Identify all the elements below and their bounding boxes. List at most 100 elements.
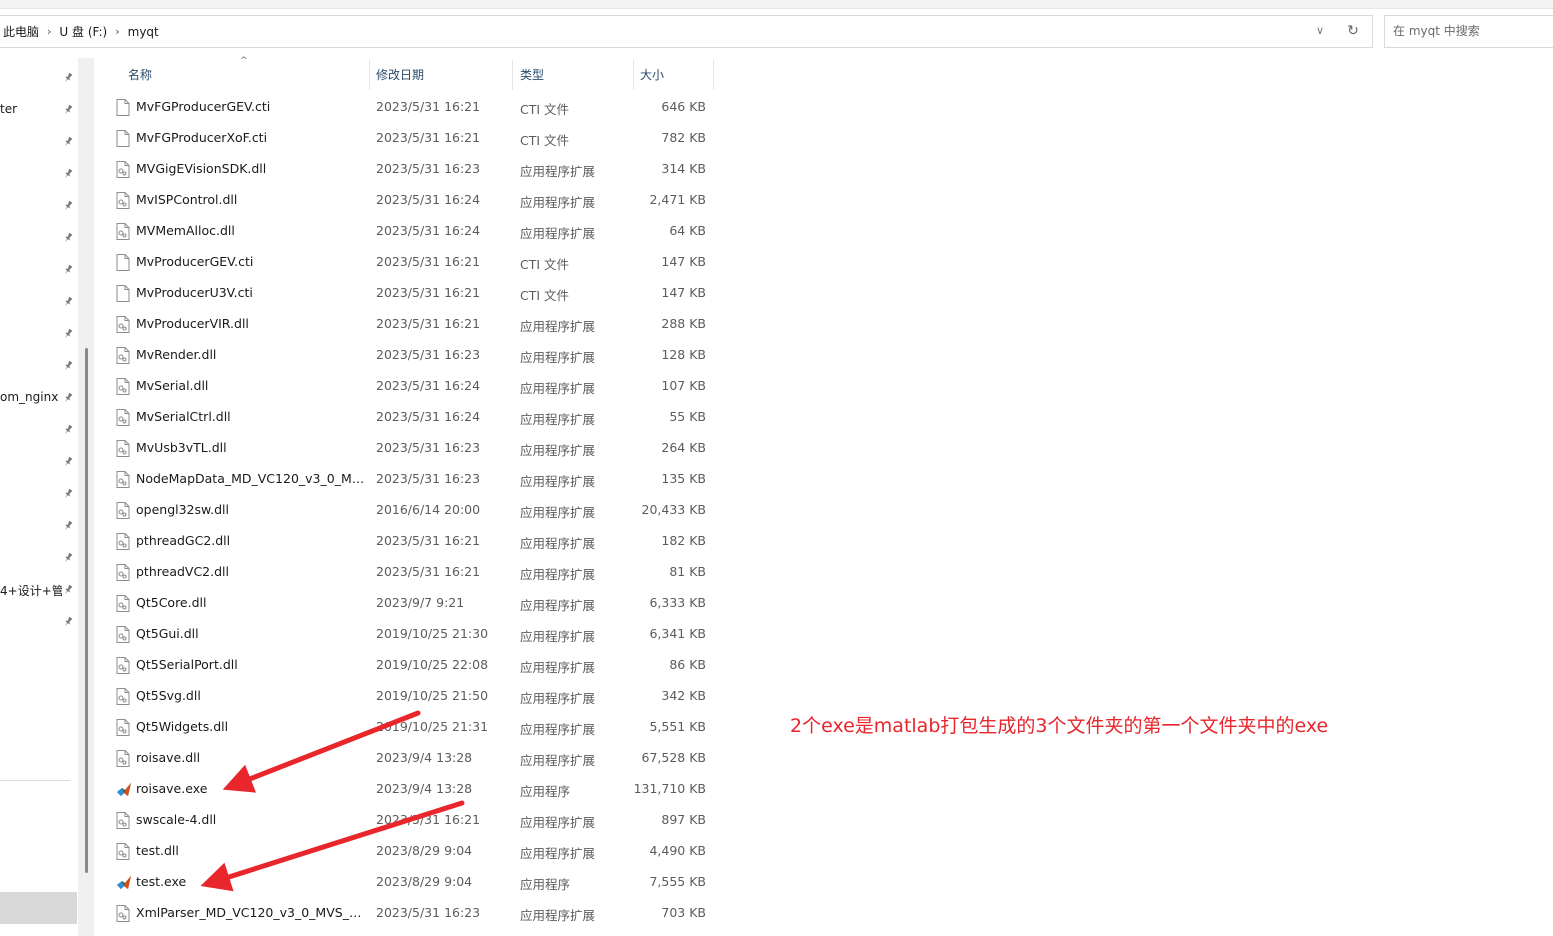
pin-icon[interactable] [62, 264, 74, 276]
chevron-down-icon[interactable]: ∨ [1312, 23, 1328, 39]
file-row[interactable]: test.exe 2023/8/29 9:04 应用程序 7,555 KB [95, 867, 715, 898]
chevron-right-icon[interactable]: › [43, 25, 55, 38]
pin-icon[interactable] [62, 424, 74, 436]
nav-item[interactable] [0, 482, 76, 506]
file-row[interactable]: roisave.exe 2023/9/4 13:28 应用程序 131,710 KB [95, 774, 715, 805]
nav-item[interactable] [0, 322, 76, 346]
nav-item[interactable]: ter [0, 98, 76, 122]
pin-icon[interactable] [62, 456, 74, 468]
nav-item[interactable]: om_nginx [0, 386, 76, 410]
sort-ascending-icon: ^ [240, 56, 248, 66]
file-row[interactable]: MvRender.dll 2023/5/31 16:23 应用程序扩展 128 KB [95, 340, 715, 371]
file-row[interactable]: MvISPControl.dll 2023/5/31 16:24 应用程序扩展 2,4… [95, 185, 715, 216]
nav-item[interactable] [0, 450, 76, 474]
file-row[interactable]: Qt5SerialPort.dll 2019/10/25 22:08 应用程序扩展 8… [95, 650, 715, 681]
nav-item[interactable] [0, 514, 76, 538]
file-row[interactable]: MvFGProducerXoF.cti 2023/5/31 16:21 CTI 文件… [95, 123, 715, 154]
pin-icon[interactable] [62, 552, 74, 564]
nav-item[interactable] [0, 610, 76, 634]
file-row[interactable]: Qt5Svg.dll 2019/10/25 21:50 应用程序扩展 342 KB [95, 681, 715, 712]
pin-icon[interactable] [62, 168, 74, 180]
nav-scrollbar-thumb[interactable] [85, 348, 88, 873]
nav-item[interactable] [0, 418, 76, 442]
file-row[interactable]: XmlParser_MD_VC120_v3_0_MVS_v3_... 2023/5… [95, 898, 715, 929]
pin-icon[interactable] [62, 328, 74, 340]
file-icon [116, 285, 130, 302]
file-row[interactable]: MVGigEVisionSDK.dll 2023/5/31 16:23 应用程序扩展… [95, 154, 715, 185]
file-modified-date: 2023/5/31 16:21 [376, 812, 481, 827]
nav-item[interactable] [0, 194, 76, 218]
file-row[interactable]: MvProducerGEV.cti 2023/5/31 16:21 CTI 文件 14… [95, 247, 715, 278]
pin-icon[interactable] [62, 200, 74, 212]
file-row[interactable]: test.dll 2023/8/29 9:04 应用程序扩展 4,490 KB [95, 836, 715, 867]
file-modified-date: 2023/5/31 16:23 [376, 161, 481, 176]
nav-item[interactable] [0, 130, 76, 154]
file-size: 81 KB [669, 564, 706, 579]
file-row[interactable]: Qt5Core.dll 2023/9/7 9:21 应用程序扩展 6,333 KB [95, 588, 715, 619]
dll-icon [116, 812, 130, 829]
file-type: 应用程序扩展 [520, 319, 596, 334]
file-row[interactable]: NodeMapData_MD_VC120_v3_0_MVS... 2023/5/3… [95, 464, 715, 495]
search-input[interactable] [1385, 16, 1543, 46]
pin-icon[interactable] [62, 232, 74, 244]
file-name: MvFGProducerGEV.cti [136, 99, 271, 114]
nav-item[interactable] [0, 162, 76, 186]
file-row[interactable]: Qt5Gui.dll 2019/10/25 21:30 应用程序扩展 6,341 KB [95, 619, 715, 650]
column-header-type[interactable]: 类型 [520, 58, 544, 92]
refresh-icon[interactable]: ↻ [1344, 22, 1362, 40]
file-row[interactable]: MVMemAlloc.dll 2023/5/31 16:24 应用程序扩展 64 KB [95, 216, 715, 247]
column-header-name[interactable]: 名称 [128, 58, 152, 92]
nav-item[interactable] [0, 546, 76, 570]
breadcrumb-this-pc[interactable]: 此电脑 [0, 23, 43, 40]
pin-icon[interactable] [62, 616, 74, 628]
dll-icon [116, 843, 130, 860]
pin-icon[interactable] [62, 296, 74, 308]
column-header-size[interactable]: 大小 [640, 58, 664, 92]
navigation-pane: ter om_nginx 4+设计+管理 [0, 58, 94, 936]
breadcrumb-drive[interactable]: U 盘 (F:) [55, 23, 111, 40]
nav-item[interactable] [0, 226, 76, 250]
file-row[interactable]: MvSerial.dll 2023/5/31 16:24 应用程序扩展 107 KB [95, 371, 715, 402]
pin-icon[interactable] [62, 392, 74, 404]
column-divider[interactable] [512, 60, 513, 90]
nav-item[interactable] [0, 66, 76, 90]
pin-icon[interactable] [62, 136, 74, 148]
file-row[interactable]: pthreadVC2.dll 2023/5/31 16:21 应用程序扩展 81 KB [95, 557, 715, 588]
file-name: swscale-4.dll [136, 812, 217, 827]
file-type: 应用程序扩展 [520, 226, 596, 241]
file-row[interactable]: MvSerialCtrl.dll 2023/5/31 16:24 应用程序扩展 55 … [95, 402, 715, 433]
pin-icon[interactable] [62, 72, 74, 84]
file-name: MvSerialCtrl.dll [136, 409, 231, 424]
file-modified-date: 2023/5/31 16:24 [376, 223, 481, 238]
dll-icon [116, 595, 130, 612]
pin-icon[interactable] [62, 584, 74, 596]
file-row[interactable]: MvProducerVIR.dll 2023/5/31 16:21 应用程序扩展 28… [95, 309, 715, 340]
file-row[interactable]: pthreadGC2.dll 2023/5/31 16:21 应用程序扩展 182 K… [95, 526, 715, 557]
nav-item[interactable]: 4+设计+管理 [0, 578, 76, 602]
file-row[interactable]: roisave.dll 2023/9/4 13:28 应用程序扩展 67,528 KB [95, 743, 715, 774]
pin-icon[interactable] [62, 104, 74, 116]
breadcrumb-folder[interactable]: myqt [124, 25, 163, 39]
pin-icon[interactable] [62, 360, 74, 372]
file-row[interactable]: opengl32sw.dll 2016/6/14 20:00 应用程序扩展 20,43… [95, 495, 715, 526]
address-bar[interactable]: 此电脑 › U 盘 (F:) › myqt ∨ ↻ [0, 15, 1373, 48]
search-box[interactable] [1384, 15, 1553, 48]
file-row[interactable]: MvUsb3vTL.dll 2023/5/31 16:23 应用程序扩展 264 KB [95, 433, 715, 464]
nav-selected-item[interactable] [0, 892, 77, 924]
column-header-modified[interactable]: 修改日期 [376, 58, 424, 92]
file-modified-date: 2023/5/31 16:23 [376, 347, 481, 362]
column-divider[interactable] [369, 60, 370, 90]
pin-icon[interactable] [62, 520, 74, 532]
nav-item[interactable] [0, 258, 76, 282]
file-row[interactable]: swscale-4.dll 2023/5/31 16:21 应用程序扩展 897 KB [95, 805, 715, 836]
nav-item[interactable] [0, 290, 76, 314]
column-divider[interactable] [713, 60, 714, 90]
file-row[interactable]: MvProducerU3V.cti 2023/5/31 16:21 CTI 文件 14… [95, 278, 715, 309]
file-row[interactable]: Qt5Widgets.dll 2019/10/25 21:31 应用程序扩展 5,55… [95, 712, 715, 743]
file-row[interactable]: MvFGProducerGEV.cti 2023/5/31 16:21 CTI 文件… [95, 92, 715, 123]
column-divider[interactable] [633, 60, 634, 90]
pin-icon[interactable] [62, 488, 74, 500]
chevron-right-icon[interactable]: › [111, 25, 123, 38]
nav-item[interactable] [0, 354, 76, 378]
file-modified-date: 2019/10/25 21:31 [376, 719, 489, 734]
